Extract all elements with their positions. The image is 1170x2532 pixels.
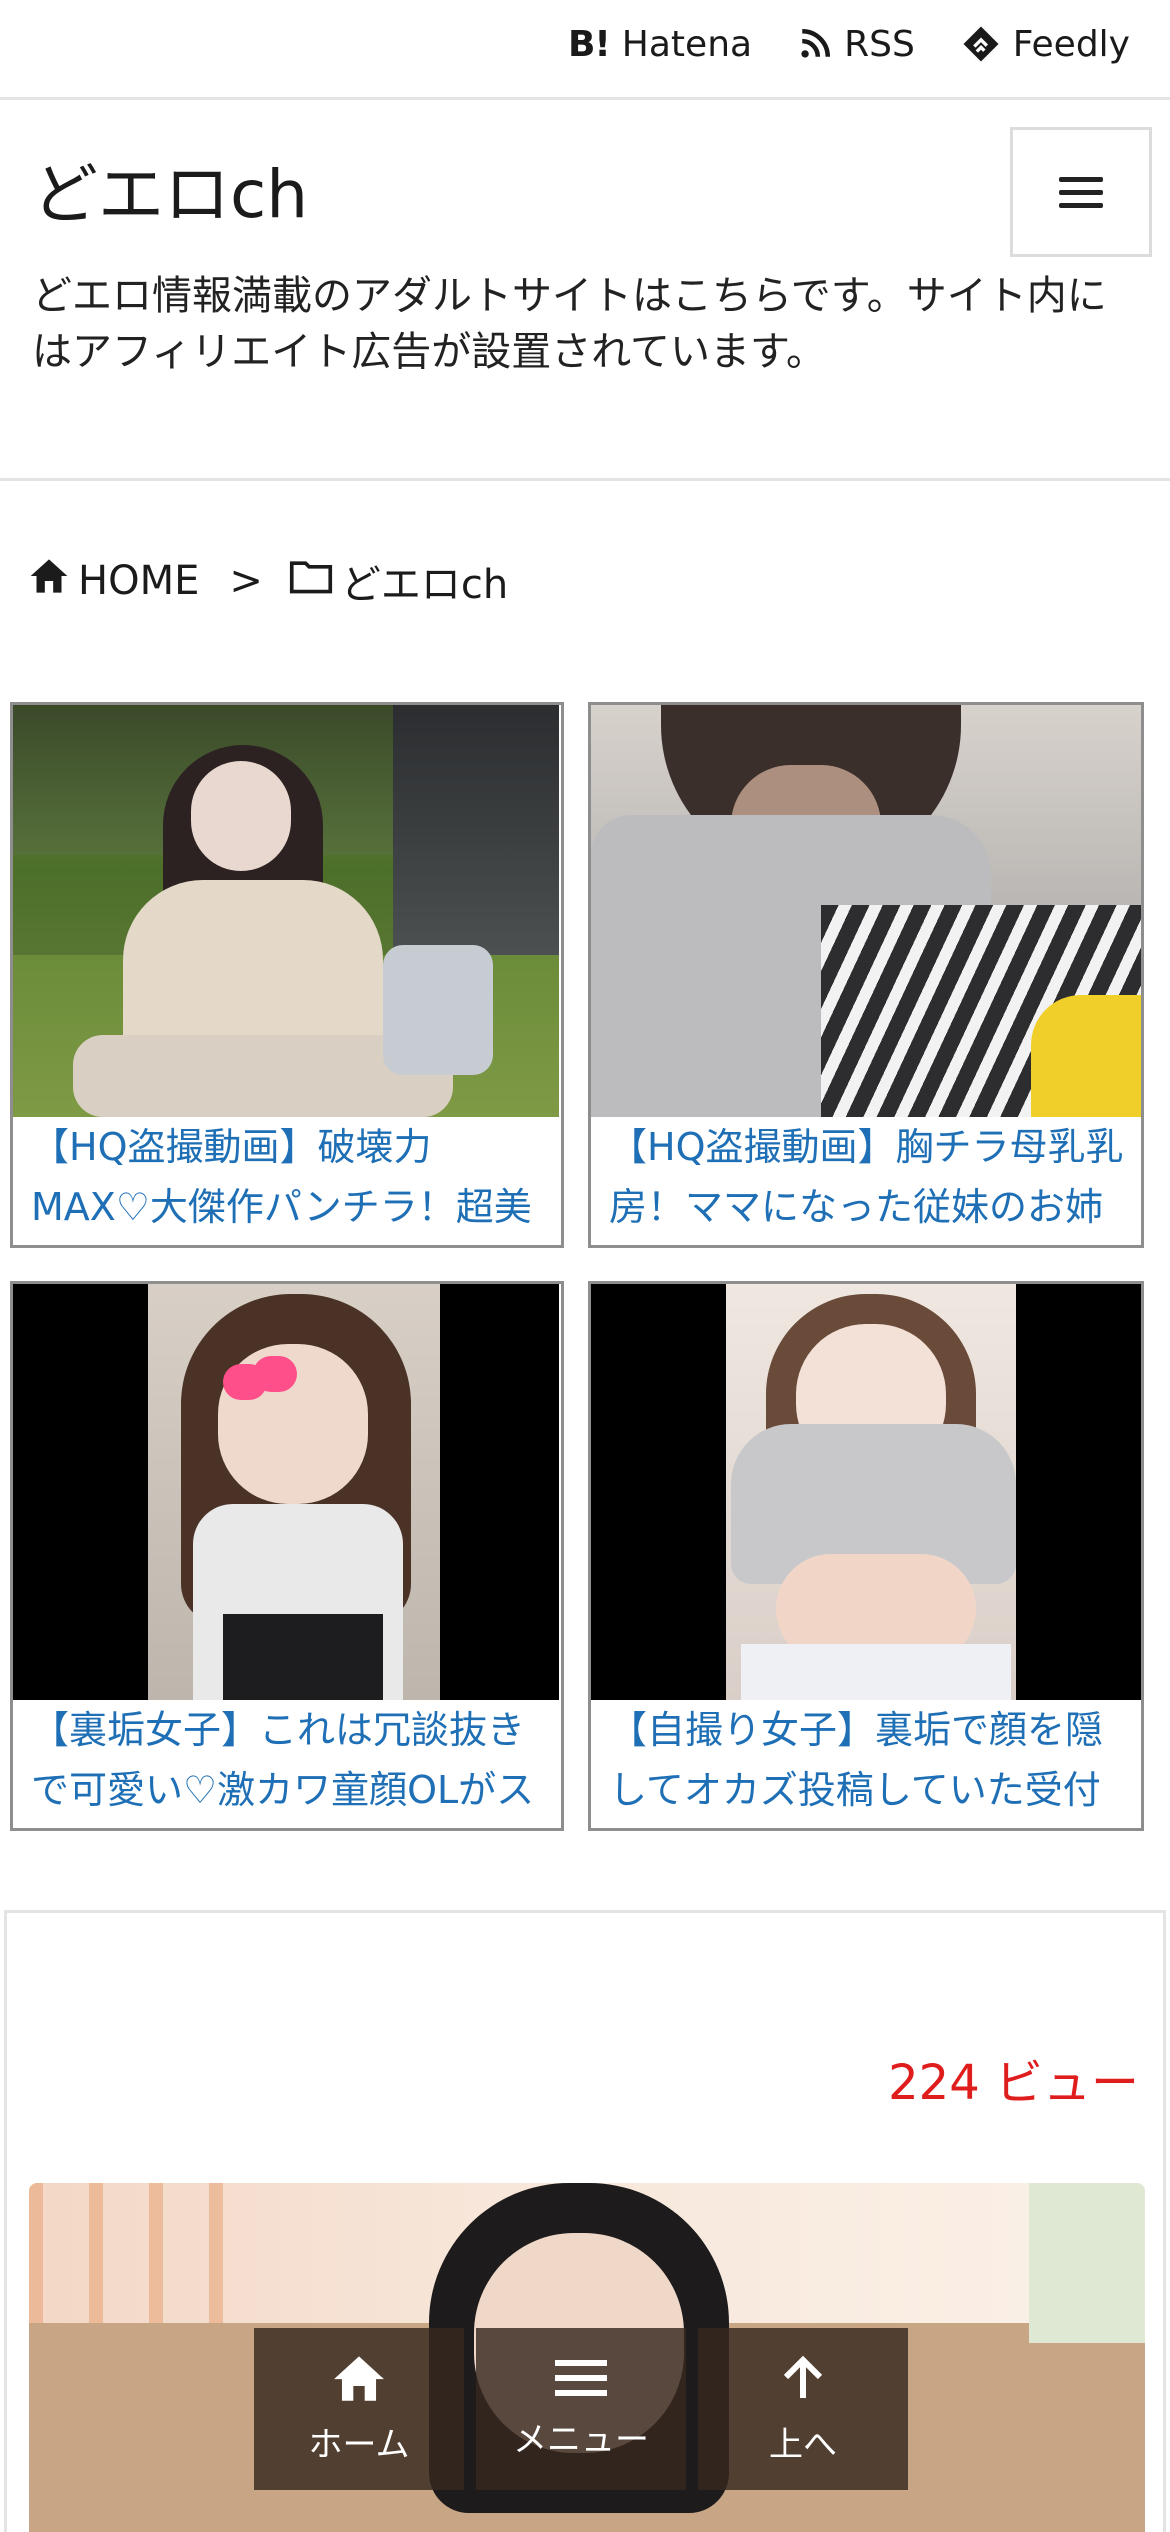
rss-link[interactable]: RSS — [798, 24, 915, 65]
article-thumbnail — [591, 1284, 1141, 1700]
hatena-link[interactable]: B! Hatena — [568, 24, 752, 65]
article-card[interactable]: 【HQ盗撮動画】胸チラ母乳乳房！ママになった従妹のお姉さんの胸チラを盗撮 — [588, 702, 1144, 1248]
site-title[interactable]: どエロch — [32, 141, 308, 237]
home-icon — [28, 556, 70, 606]
nav-menu-label: メニュー — [513, 2419, 649, 2460]
breadcrumb-category[interactable]: どエロch — [289, 552, 508, 610]
home-icon — [331, 2353, 387, 2407]
nav-top-label: 上へ — [769, 2424, 837, 2465]
folder-icon — [289, 557, 333, 605]
breadcrumb-home-label: HOME — [78, 558, 200, 604]
breadcrumb-home[interactable]: HOME — [28, 556, 199, 606]
article-thumbnail — [13, 705, 559, 1117]
hamburger-menu-button[interactable] — [1010, 127, 1152, 257]
article-card[interactable]: 【裏垢女子】これは冗談抜きで可愛い♡激カワ童顔OLがスカートめくりパンチラ — [10, 1281, 564, 1831]
follow-bar: B! Hatena RSS Feedly — [0, 0, 1170, 100]
feedly-icon — [961, 24, 1001, 64]
article-card[interactable]: 【自撮り女子】裏垢で顔を隠してオカズ投稿していた受付嬢の娘が結局は美顔まで晒す — [588, 1281, 1144, 1831]
feedly-link[interactable]: Feedly — [961, 24, 1130, 65]
nav-home-button[interactable]: ホーム — [254, 2328, 464, 2490]
site-header: どエロch どエロ情報満載のアダルトサイトはこちらです。サイト内にはアフィリエイ… — [0, 103, 1170, 481]
article-thumbnail — [13, 1284, 559, 1700]
breadcrumb-separator: > — [229, 558, 263, 604]
article-thumbnail — [591, 705, 1141, 1117]
breadcrumb-category-label: どエロch — [340, 562, 509, 608]
article-title: 【HQ盗撮動画】破壊力MAX♡大傑作パンチラ！超美形大人お姉様の桃尻パンチラ — [31, 1125, 532, 1229]
rss-label: RSS — [844, 23, 915, 65]
arrow-up-icon — [779, 2353, 827, 2407]
feedly-label: Feedly — [1012, 23, 1130, 65]
nav-top-button[interactable]: 上へ — [698, 2328, 908, 2490]
follow-links: B! Hatena RSS Feedly — [568, 20, 1130, 68]
hamburger-menu-icon — [1059, 169, 1103, 216]
hatena-label: Hatena — [621, 23, 753, 65]
nav-menu-button[interactable]: メニュー — [476, 2328, 686, 2490]
menu-icon — [555, 2358, 607, 2402]
article-title: 【HQ盗撮動画】胸チラ母乳乳房！ママになった従妹のお姉さんの胸チラを盗撮 — [609, 1125, 1124, 1229]
site-description: どエロ情報満載のアダルトサイトはこちらです。サイト内にはアフィリエイト広告が設置… — [32, 273, 1107, 375]
bottom-navigation: ホーム メニュー 上へ — [254, 2328, 908, 2490]
hatena-bookmark-icon: B! — [567, 23, 611, 65]
view-count: 224 ビュー — [888, 2055, 1139, 2111]
nav-home-label: ホーム — [308, 2424, 410, 2465]
article-title: 【自撮り女子】裏垢で顔を隠してオカズ投稿していた受付嬢の娘が結局は美顔まで晒す — [609, 1708, 1104, 1812]
breadcrumb: HOME > どエロch — [28, 552, 508, 610]
article-title: 【裏垢女子】これは冗談抜きで可愛い♡激カワ童顔OLがスカートめくりパンチラ — [31, 1708, 535, 1812]
article-card[interactable]: 【HQ盗撮動画】破壊力MAX♡大傑作パンチラ！超美形大人お姉様の桃尻パンチラ — [10, 702, 564, 1248]
rss-icon — [798, 24, 832, 64]
